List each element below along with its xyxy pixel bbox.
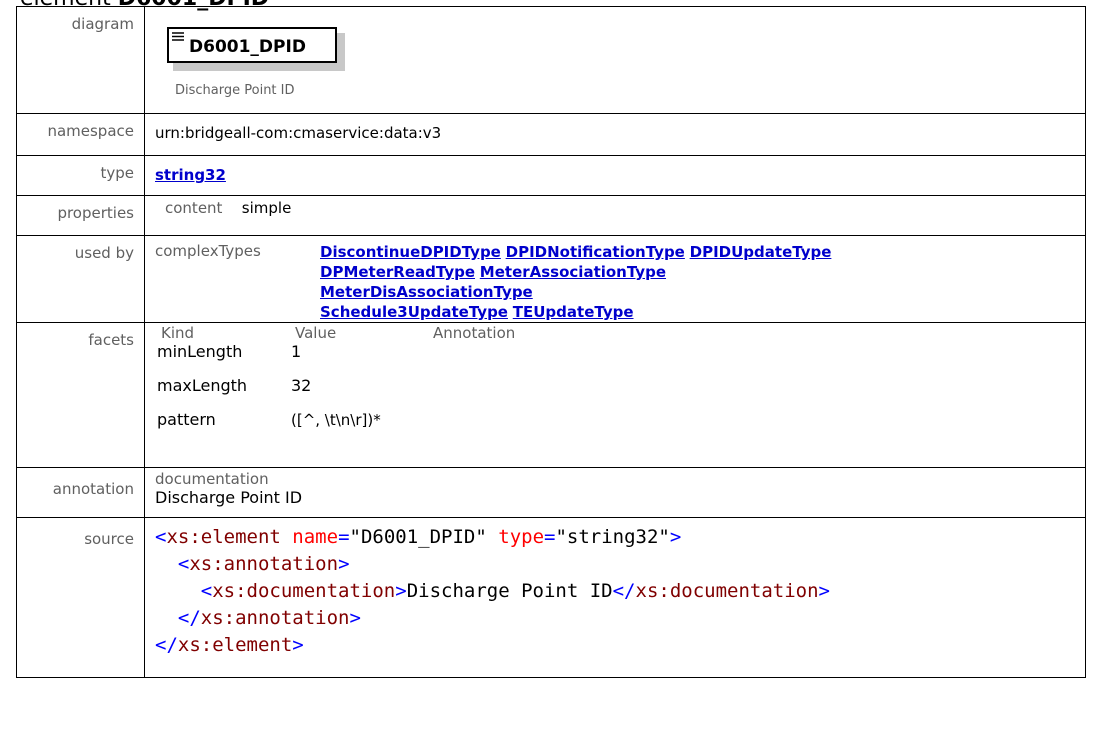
link-meterdisassociationtype[interactable]: MeterDisAssociationType <box>320 283 533 301</box>
diagram-box-text: D6001_DPID <box>189 37 306 57</box>
used-by-key: complexTypes <box>155 242 261 260</box>
facet-row: minLength 1 <box>157 341 1085 375</box>
namespace-value: urn:bridgeall-com:cmaservice:data:v3 <box>144 113 1086 156</box>
source-code: <xs:element name="D6001_DPID" type="stri… <box>155 526 830 656</box>
facet-value: ([^, \t\n\r])* <box>291 411 381 429</box>
link-dpmeterreadtype[interactable]: DPMeterReadType <box>320 263 475 281</box>
facets-label: facets <box>16 322 145 468</box>
annotation-key: documentation <box>155 470 269 488</box>
namespace-label: namespace <box>16 113 145 156</box>
namespace-row: namespace urn:bridgeall-com:cmaservice:d… <box>16 113 1086 156</box>
facets-row: facets Kind Value Annotation minLength 1 ma… <box>16 322 1086 468</box>
properties-key: content <box>165 199 223 217</box>
link-discontinuedpidtype[interactable]: DiscontinueDPIDType <box>320 243 501 261</box>
facet-kind: pattern <box>157 410 216 429</box>
source-row: source <xs:element name="D6001_DPID" typ… <box>16 517 1086 678</box>
used-by-label: used by <box>16 235 145 323</box>
facets-header-kind: Kind <box>161 324 195 342</box>
element-lines-icon <box>172 32 184 41</box>
facet-value: 1 <box>291 342 302 361</box>
element-diagram[interactable]: D6001_DPID <box>167 27 345 71</box>
diagram-caption: Discharge Point ID <box>175 83 295 98</box>
annotation-row: annotation documentation Discharge Point… <box>16 467 1086 518</box>
element-doc-table: diagram D6001_DPID Discharge Point ID na… <box>16 6 1086 678</box>
properties-label: properties <box>16 195 145 236</box>
facet-row: pattern ([^, \t\n\r])* <box>157 409 1085 443</box>
link-dpidupdatetype[interactable]: DPIDUpdateType <box>690 243 832 261</box>
facets-header-annotation: Annotation <box>433 324 516 342</box>
type-label: type <box>16 155 145 196</box>
type-row: type string32 <box>16 155 1086 196</box>
link-schedule3updatetype[interactable]: Schedule3UpdateType <box>320 303 508 321</box>
properties-value: simple <box>241 199 292 217</box>
link-dpidnotificationtype[interactable]: DPIDNotificationType <box>506 243 685 261</box>
facet-value: 32 <box>291 376 312 395</box>
link-teupdatetype[interactable]: TEUpdateType <box>513 303 634 321</box>
diagram-row: diagram D6001_DPID Discharge Point ID <box>16 6 1086 114</box>
properties-row: properties content simple <box>16 195 1086 236</box>
facets-header-value: Value <box>295 324 337 342</box>
source-label: source <box>16 517 145 678</box>
facets-table: Kind Value Annotation minLength 1 maxLength… <box>157 325 1085 443</box>
facet-kind: minLength <box>157 342 243 361</box>
annotation-label: annotation <box>16 467 145 518</box>
used-by-links: DiscontinueDPIDType DPIDNotificationType… <box>320 242 880 322</box>
type-link[interactable]: string32 <box>155 166 226 184</box>
facet-row: maxLength 32 <box>157 375 1085 409</box>
facet-kind: maxLength <box>157 376 248 395</box>
annotation-value: Discharge Point ID <box>155 488 303 507</box>
diagram-label: diagram <box>16 6 145 114</box>
link-meterassociationtype[interactable]: MeterAssociationType <box>480 263 666 281</box>
used-by-row: used by complexTypes DiscontinueDPIDType… <box>16 235 1086 323</box>
